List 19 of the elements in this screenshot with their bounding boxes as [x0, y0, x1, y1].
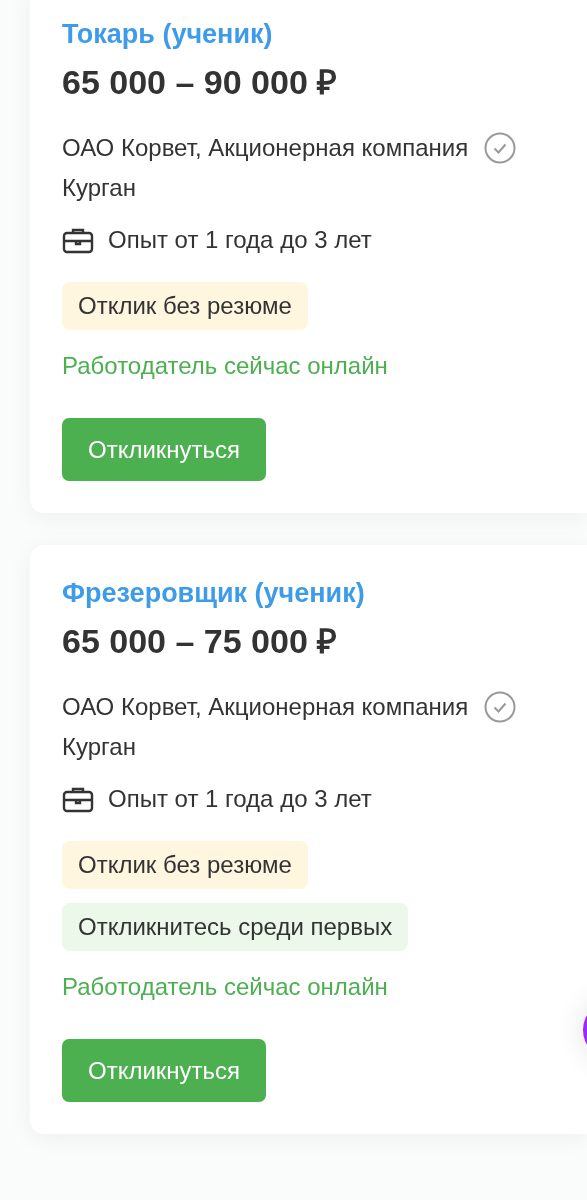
salary-text: 65 000 – 90 000 ₽: [62, 62, 338, 103]
salary-text: 65 000 – 75 000 ₽: [62, 621, 338, 662]
vacancy-title[interactable]: Токарь (ученик): [62, 18, 273, 50]
company-name: ОАО Корвет, Акционерная компания: [62, 692, 469, 722]
city-text: Курган: [62, 732, 136, 762]
respond-button[interactable]: Откликнуться: [62, 418, 267, 481]
briefcase-icon: [62, 226, 94, 254]
vacancy-title[interactable]: Фрезеровщик (ученик): [62, 577, 365, 609]
online-status-text: Работодатель сейчас онлайн: [62, 972, 388, 1002]
city-text: Курган: [62, 173, 136, 203]
tag-label: Отклик без резюме: [62, 841, 308, 889]
briefcase-icon: [62, 785, 94, 813]
tag-label: Откликнитесь среди первых: [62, 903, 409, 951]
tag-label: Отклик без резюме: [62, 282, 308, 330]
experience-text: Опыт от 1 года до 3 лет: [108, 784, 372, 814]
respond-button[interactable]: Откликнуться: [62, 1039, 267, 1102]
experience-text: Опыт от 1 года до 3 лет: [108, 225, 372, 255]
online-status-text: Работодатель сейчас онлайн: [62, 351, 388, 381]
company-name: ОАО Корвет, Акционерная компания: [62, 133, 469, 163]
